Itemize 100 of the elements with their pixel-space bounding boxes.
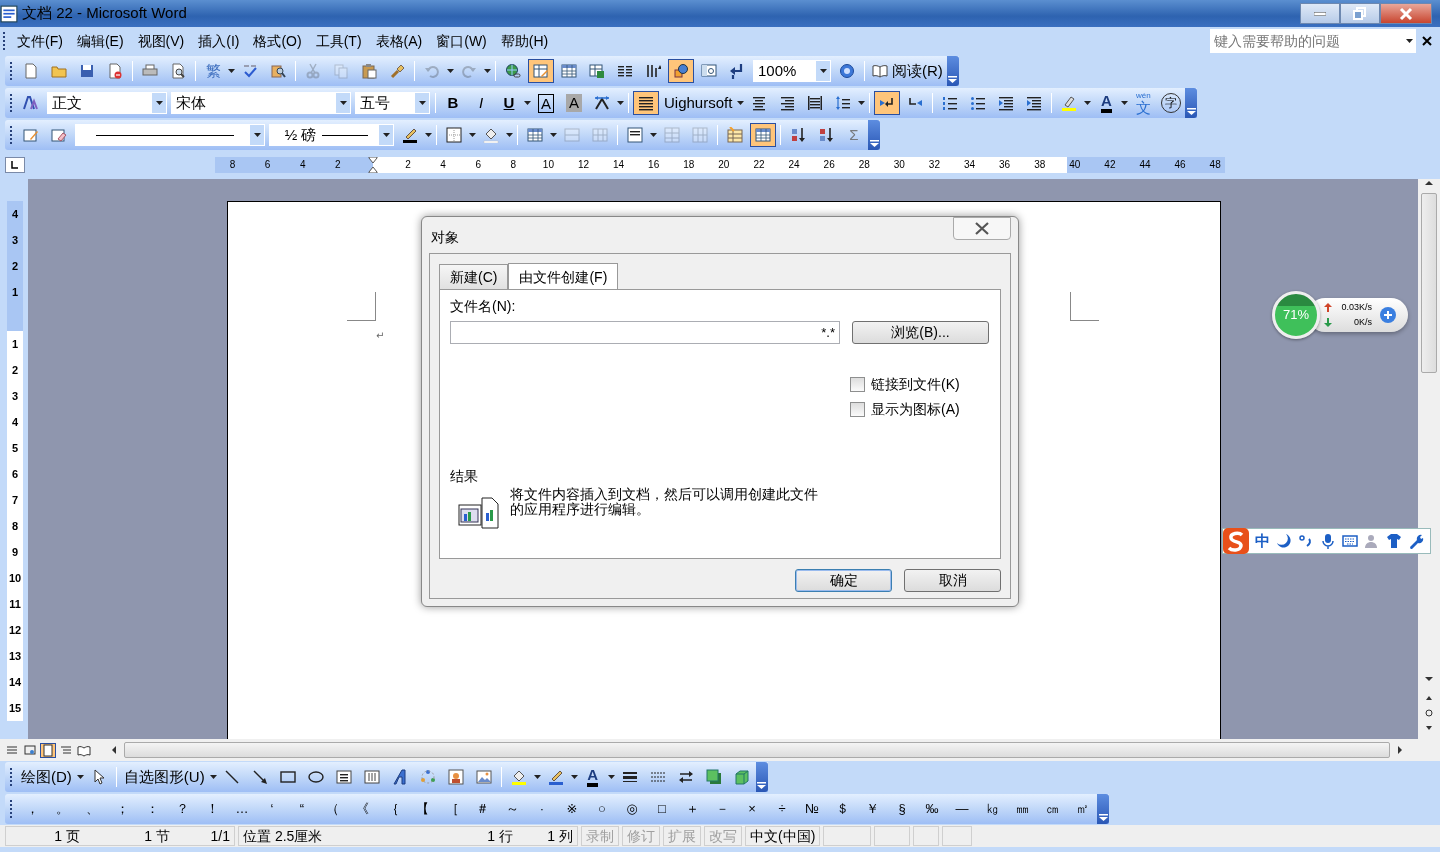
ruler-number: 44: [1138, 158, 1152, 172]
symbol-button[interactable]: （: [318, 797, 346, 821]
dialog-button[interactable]: 取消: [904, 569, 1001, 592]
symbol-button[interactable]: ㎏: [978, 797, 1006, 821]
ruler-number: 2: [10, 259, 20, 274]
download-speed: 0K/s: [1353, 315, 1372, 329]
dropdown-field[interactable]: 100%: [753, 60, 831, 82]
help-search-field[interactable]: 键入需要帮助的问题: [1210, 29, 1402, 53]
symbol-button[interactable]: ～: [498, 797, 526, 821]
dropdown-field[interactable]: 宋体: [171, 92, 351, 114]
symbol-button[interactable]: ◎: [618, 797, 646, 821]
reading-button[interactable]: 阅读(R): [869, 59, 946, 83]
symbol-button[interactable]: ○: [588, 797, 616, 821]
symbol-button[interactable]: ‰: [918, 797, 946, 821]
symbol-button[interactable]: —: [948, 797, 976, 821]
ruler-number: 4: [439, 158, 447, 172]
menu-item[interactable]: 格式(O): [246, 28, 309, 54]
toolbar-button[interactable]: U: [496, 91, 522, 115]
checkbox-label: 链接到文件(K): [871, 375, 960, 394]
symbol-button[interactable]: §: [888, 797, 916, 821]
ruler-number: 16: [647, 158, 661, 172]
status-text: 1 节: [143, 826, 170, 846]
ruler-number: 40: [1068, 158, 1082, 172]
symbol-button[interactable]: ㎝: [1038, 797, 1066, 821]
ruler-number: 15: [7, 701, 23, 716]
menu-item[interactable]: 编辑(E): [69, 28, 131, 54]
ruler-number: 34: [962, 158, 977, 172]
checkbox-label: 显示为图标(A): [871, 400, 960, 419]
symbol-button[interactable]: “: [288, 797, 316, 821]
symbol-button[interactable]: ，: [18, 797, 46, 821]
toolbar-button[interactable]: A: [561, 91, 587, 115]
dialog-tab[interactable]: 由文件创建(F): [508, 263, 619, 290]
symbol-button[interactable]: 、: [78, 797, 106, 821]
menu-item[interactable]: 视图(V): [130, 28, 192, 54]
symbol-button[interactable]: 。: [48, 797, 76, 821]
symbol-button[interactable]: ·: [528, 797, 556, 821]
symbol-button[interactable]: ；: [108, 797, 136, 821]
symbol-button[interactable]: …: [228, 797, 256, 821]
ruler-number: 11: [8, 597, 22, 612]
symbol-button[interactable]: 《: [348, 797, 376, 821]
menu-item[interactable]: 窗口(W): [429, 28, 494, 54]
symbol-button[interactable]: ［: [438, 797, 466, 821]
symbol-button[interactable]: ㎜: [1008, 797, 1036, 821]
input-mode-toggle[interactable]: 中: [1255, 529, 1270, 553]
toolbar-button[interactable]: 自选图形(U): [120, 765, 208, 789]
symbol-button[interactable]: ㎡: [1068, 797, 1096, 821]
toolbar-button[interactable]: I: [468, 91, 494, 115]
symbol-button[interactable]: ！: [198, 797, 226, 821]
menu-item[interactable]: 插入(I): [191, 28, 247, 54]
dialog-title: 对象: [431, 228, 459, 247]
dialog-tab[interactable]: 新建(C): [439, 264, 509, 289]
ruler-number: 5: [10, 441, 20, 456]
symbol-button[interactable]: ＄: [828, 797, 856, 821]
symbol-button[interactable]: ＃: [468, 797, 496, 821]
toolbar-button[interactable]: Uighursoft: [661, 91, 736, 115]
symbol-button[interactable]: ※: [558, 797, 586, 821]
toolbar-button[interactable]: B: [440, 91, 466, 115]
symbol-button[interactable]: ＋: [678, 797, 706, 821]
status-indicator[interactable]: 中文(中国): [745, 826, 821, 846]
status-text: 位置 2.5厘米: [243, 826, 324, 846]
menu-item[interactable]: 文件(F): [10, 28, 70, 54]
dropdown-field[interactable]: ½ 磅: [269, 124, 394, 146]
toolbar-button[interactable]: 绘图(D): [18, 765, 75, 789]
menu-item[interactable]: 帮助(H): [493, 28, 556, 54]
symbol-button[interactable]: ￥: [858, 797, 886, 821]
ruler-number: 48: [1208, 158, 1222, 172]
symbol-button[interactable]: ？: [168, 797, 196, 821]
browse-button[interactable]: 浏览(B)...: [852, 321, 989, 344]
ruler-number: 8: [228, 158, 237, 172]
symbol-button[interactable]: ｛: [378, 797, 406, 821]
toolbar-button[interactable]: A: [579, 765, 606, 789]
symbol-button[interactable]: №: [798, 797, 826, 821]
checkbox[interactable]: 显示为图标(A): [850, 399, 990, 420]
status-text: 1/1: [209, 826, 230, 846]
symbol-button[interactable]: ÷: [768, 797, 796, 821]
ruler-number: 26: [822, 158, 836, 172]
ruler-number: 8: [509, 158, 518, 172]
symbol-button[interactable]: □: [648, 797, 676, 821]
ruler-number: 8: [10, 519, 20, 534]
symbol-button[interactable]: ×: [738, 797, 766, 821]
ruler-number: 1: [10, 285, 20, 300]
dropdown-field[interactable]: 五号: [355, 92, 430, 114]
menu-item[interactable]: 表格(A): [368, 28, 430, 54]
toolbar-button[interactable]: 繁: [200, 59, 226, 83]
symbol-button[interactable]: ‘: [258, 797, 286, 821]
ruler-number: 24: [787, 158, 801, 172]
ruler-number: 2: [334, 158, 342, 172]
symbol-button[interactable]: 【: [408, 797, 436, 821]
file-name-field[interactable]: *.*: [450, 321, 840, 344]
ruler-number: 12: [7, 623, 23, 638]
symbol-button[interactable]: －: [708, 797, 736, 821]
ruler-number: 32: [927, 158, 941, 172]
checkbox[interactable]: 链接到文件(K): [850, 374, 990, 395]
dialog-button[interactable]: 确定: [795, 569, 892, 592]
toolbar-button[interactable]: A: [1093, 91, 1120, 115]
symbol-button[interactable]: ：: [138, 797, 166, 821]
menu-item[interactable]: 工具(T): [308, 28, 369, 54]
status-text: 1 页: [53, 826, 80, 846]
toolbar-button[interactable]: wén 文: [1130, 91, 1157, 115]
dropdown-field[interactable]: 正文: [47, 92, 167, 114]
